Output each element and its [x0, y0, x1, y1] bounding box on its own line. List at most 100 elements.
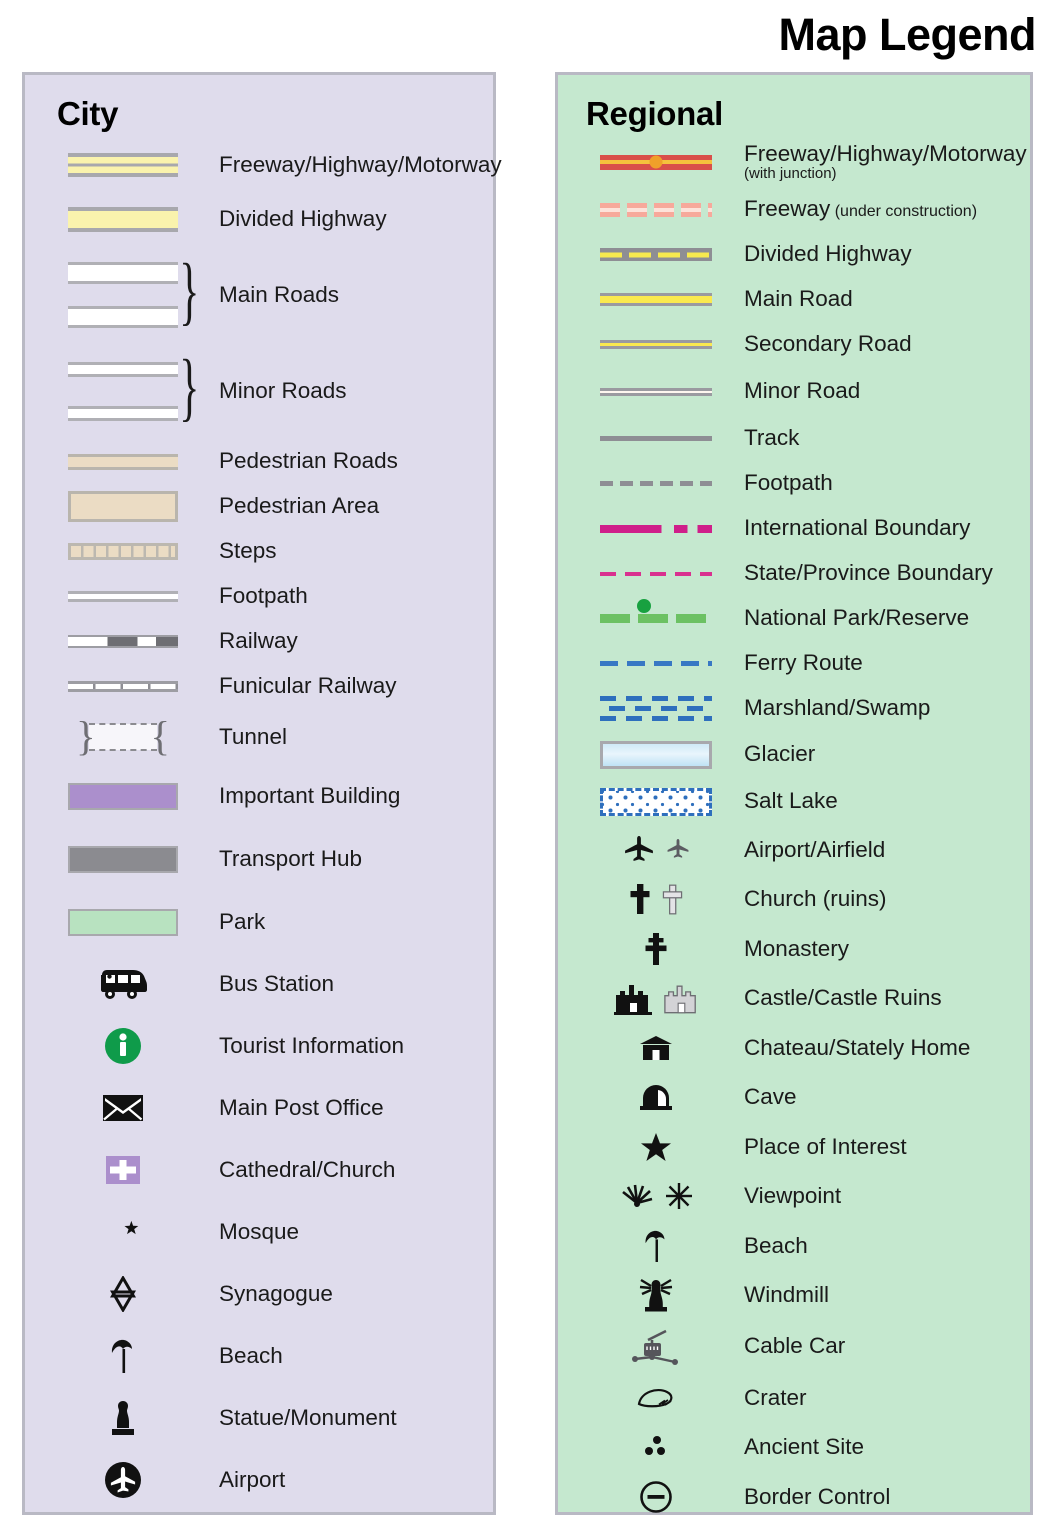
- legend-row-ancient-site[interactable]: Ancient Site: [558, 1423, 1030, 1473]
- legend-row-castle[interactable]: Castle/Castle Ruins: [558, 974, 1030, 1024]
- legend-row-main-roads[interactable]: } Main Roads: [25, 247, 493, 343]
- legend-label: Cave: [744, 1084, 797, 1110]
- legend-label: Bus Station: [219, 970, 335, 996]
- legend-row-important-building[interactable]: Important Building: [25, 765, 493, 828]
- legend-label: Main Roads: [219, 281, 340, 307]
- legend-row-regional-beach[interactable]: Beach: [558, 1221, 1030, 1271]
- beach-parasol-icon: [580, 1228, 732, 1264]
- city-legend-panel: City Freeway/Highway/Motorway Divided Hi…: [22, 72, 502, 1515]
- legend-row-monastery[interactable]: Monastery: [558, 924, 1030, 974]
- legend-row-freeway-under-construction[interactable]: Freeway (under construction): [558, 187, 1030, 232]
- legend-row-airport-airfield[interactable]: Airport/Airfield: [558, 825, 1030, 875]
- bus-icon: [47, 967, 199, 1001]
- secondary-road-line: [580, 340, 732, 349]
- legend-row-main-post-office[interactable]: Main Post Office: [25, 1077, 493, 1139]
- legend-row-state-boundary[interactable]: State/Province Boundary: [558, 551, 1030, 596]
- glacier-swatch: [580, 740, 732, 769]
- legend-label: Cathedral/Church: [219, 1156, 396, 1182]
- legend-row-chateau[interactable]: Chateau/Stately Home: [558, 1023, 1030, 1073]
- mosque-crescent-icon: [47, 1215, 199, 1249]
- legend-label: Beach: [744, 1232, 808, 1258]
- legend-row-national-park[interactable]: National Park/Reserve: [558, 596, 1030, 641]
- church-cross-pair-icon: [580, 883, 732, 915]
- legend-row-crater[interactable]: Crater: [558, 1373, 1030, 1423]
- regional-panel-heading: Regional: [586, 95, 723, 132]
- crater-icon: [580, 1385, 732, 1411]
- legend-row-tunnel[interactable]: } { Tunnel: [25, 709, 493, 765]
- legend-label: Divided Highway: [219, 205, 387, 231]
- legend-label: Track: [744, 425, 800, 451]
- regional-footpath-line: [580, 481, 732, 486]
- legend-label: Salt Lake: [744, 788, 838, 814]
- legend-row-viewpoint[interactable]: Viewpoint: [558, 1172, 1030, 1222]
- legend-row-cathedral-church[interactable]: Cathedral/Church: [25, 1139, 493, 1201]
- regional-freeway-line: [580, 154, 732, 170]
- legend-label: Main Road: [744, 286, 853, 312]
- legend-row-regional-divided-highway[interactable]: Divided Highway: [558, 232, 1030, 277]
- legend-row-salt-lake[interactable]: Salt Lake: [558, 778, 1030, 825]
- regional-legend-panel: Regional Freeway/Highway/Motorway (with …: [555, 72, 1033, 1515]
- legend-row-freeway[interactable]: Freeway/Highway/Motorway: [25, 139, 502, 191]
- main-roads-brace: }: [179, 249, 200, 333]
- legend-row-cable-car[interactable]: Cable Car: [558, 1320, 1030, 1373]
- monastery-cross-icon: [580, 932, 732, 966]
- legend-row-statue-monument[interactable]: Statue/Monument: [25, 1387, 493, 1449]
- legend-row-bus-station[interactable]: Bus Station: [25, 953, 493, 1015]
- legend-row-marshland[interactable]: Marshland/Swamp: [558, 686, 1030, 731]
- legend-label: Funicular Railway: [219, 673, 397, 699]
- legend-label: State/Province Boundary: [744, 560, 993, 586]
- legend-label: Airport/Airfield: [744, 836, 886, 862]
- legend-row-beach[interactable]: Beach: [25, 1325, 493, 1387]
- railway-bar: [47, 635, 199, 648]
- legend-label: Minor Roads: [219, 377, 347, 403]
- marshland-pattern: [580, 695, 732, 723]
- legend-row-border-control[interactable]: Border Control: [558, 1472, 1030, 1522]
- legend-row-tourist-information[interactable]: Tourist Information: [25, 1015, 493, 1077]
- legend-row-synagogue[interactable]: Synagogue: [25, 1263, 493, 1325]
- legend-row-regional-footpath[interactable]: Footpath: [558, 461, 1030, 506]
- legend-row-glacier[interactable]: Glacier: [558, 731, 1030, 778]
- legend-row-footpath[interactable]: Footpath: [25, 574, 493, 619]
- legend-row-track[interactable]: Track: [558, 416, 1030, 461]
- legend-row-railway[interactable]: Railway: [25, 619, 493, 664]
- legend-row-church-ruins[interactable]: Church (ruins): [558, 875, 1030, 925]
- national-park-dot: [636, 599, 651, 613]
- international-boundary-line: [580, 524, 732, 533]
- legend-label: Freeway/Highway/Motorway: [219, 151, 502, 177]
- legend-row-transport-hub[interactable]: Transport Hub: [25, 828, 493, 891]
- legend-label-main: Freeway/Highway/Motorway: [744, 141, 1027, 167]
- legend-row-international-boundary[interactable]: International Boundary: [558, 506, 1030, 551]
- city-panel-heading: City: [57, 95, 119, 132]
- legend-row-airport[interactable]: Airport: [25, 1449, 493, 1511]
- legend-row-funicular-railway[interactable]: Funicular Railway: [25, 664, 493, 709]
- legend-label: Cable Car: [744, 1333, 846, 1359]
- footpath-bar: [47, 591, 199, 602]
- legend-row-mosque[interactable]: Mosque: [25, 1201, 493, 1263]
- legend-row-regional-freeway[interactable]: Freeway/Highway/Motorway (with junction): [558, 137, 1030, 187]
- legend-label: Freeway/Highway/Motorway (with junction): [744, 141, 1027, 182]
- legend-row-pedestrian-area[interactable]: Pedestrian Area: [25, 484, 493, 529]
- funicular-railway-bar: [47, 681, 199, 692]
- legend-row-park[interactable]: Park: [25, 891, 493, 953]
- legend-label: Railway: [219, 628, 298, 654]
- legend-row-place-of-interest[interactable]: Place of Interest: [558, 1122, 1030, 1172]
- tunnel-right-bracket: {: [150, 713, 170, 759]
- legend-label: Chateau/Stately Home: [744, 1034, 971, 1060]
- airplane-pair-icon: [580, 835, 732, 865]
- legend-row-ferry-route[interactable]: Ferry Route: [558, 641, 1030, 686]
- legend-label: International Boundary: [744, 515, 971, 541]
- cable-car-icon: [580, 1327, 732, 1367]
- legend-row-secondary-road[interactable]: Secondary Road: [558, 322, 1030, 367]
- legend-row-cave[interactable]: Cave: [558, 1073, 1030, 1123]
- legend-row-minor-roads[interactable]: } Minor Roads: [25, 343, 493, 439]
- legend-row-windmill[interactable]: Windmill: [558, 1271, 1030, 1321]
- legend-row-regional-main-road[interactable]: Main Road: [558, 277, 1030, 322]
- minor-roads-paired-bars: [47, 361, 199, 421]
- legend-row-divided-highway[interactable]: Divided Highway: [25, 191, 493, 247]
- legend-row-regional-minor-road[interactable]: Minor Road: [558, 367, 1030, 416]
- legend-label: Important Building: [219, 783, 401, 809]
- legend-row-steps[interactable]: Steps: [25, 529, 493, 574]
- legend-label: National Park/Reserve: [744, 605, 970, 631]
- tunnel-bracket: } {: [47, 713, 199, 759]
- legend-row-pedestrian-roads[interactable]: Pedestrian Roads: [25, 439, 493, 484]
